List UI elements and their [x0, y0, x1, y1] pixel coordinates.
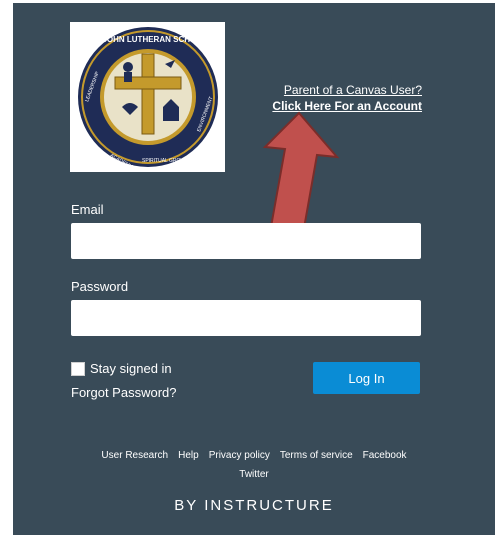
- footer-link-privacy-policy[interactable]: Privacy policy: [209, 450, 270, 461]
- email-field[interactable]: [71, 223, 421, 259]
- seal-top-text: ST. JOHN LUTHERAN SCHOOL: [89, 35, 208, 44]
- footer-link-facebook[interactable]: Facebook: [363, 450, 407, 461]
- log-in-button[interactable]: Log In: [313, 362, 420, 394]
- seal-pillar-2: SPIRITUAL GROWTH: [142, 158, 192, 164]
- footer-link-terms-of-service[interactable]: Terms of service: [280, 450, 353, 461]
- stay-signed-in-checkbox[interactable]: [71, 361, 85, 376]
- stay-signed-in-row: Stay signed in: [71, 361, 172, 376]
- instructure-brand: BY INSTRUCTURE: [174, 497, 334, 514]
- footer-link-twitter[interactable]: Twitter: [13, 469, 495, 480]
- password-field[interactable]: [71, 300, 421, 336]
- parent-of-canvas-user-link[interactable]: Parent of a Canvas User?: [272, 82, 422, 98]
- stay-signed-in-label: Stay signed in: [90, 361, 172, 376]
- footer-link-help[interactable]: Help: [178, 450, 199, 461]
- footer-links: User Research Help Privacy policy Terms …: [13, 450, 495, 461]
- password-label: Password: [71, 279, 129, 294]
- school-logo: ST. JOHN LUTHERAN SCHOOL LEADERSHIP ACAD…: [70, 22, 225, 173]
- school-seal-icon: ST. JOHN LUTHERAN SCHOOL LEADERSHIP ACAD…: [78, 27, 218, 173]
- footer-link-user-research[interactable]: User Research: [101, 450, 168, 461]
- forgot-password-link[interactable]: Forgot Password?: [71, 385, 177, 400]
- email-label: Email: [71, 202, 104, 217]
- footer: User Research Help Privacy policy Terms …: [13, 450, 495, 480]
